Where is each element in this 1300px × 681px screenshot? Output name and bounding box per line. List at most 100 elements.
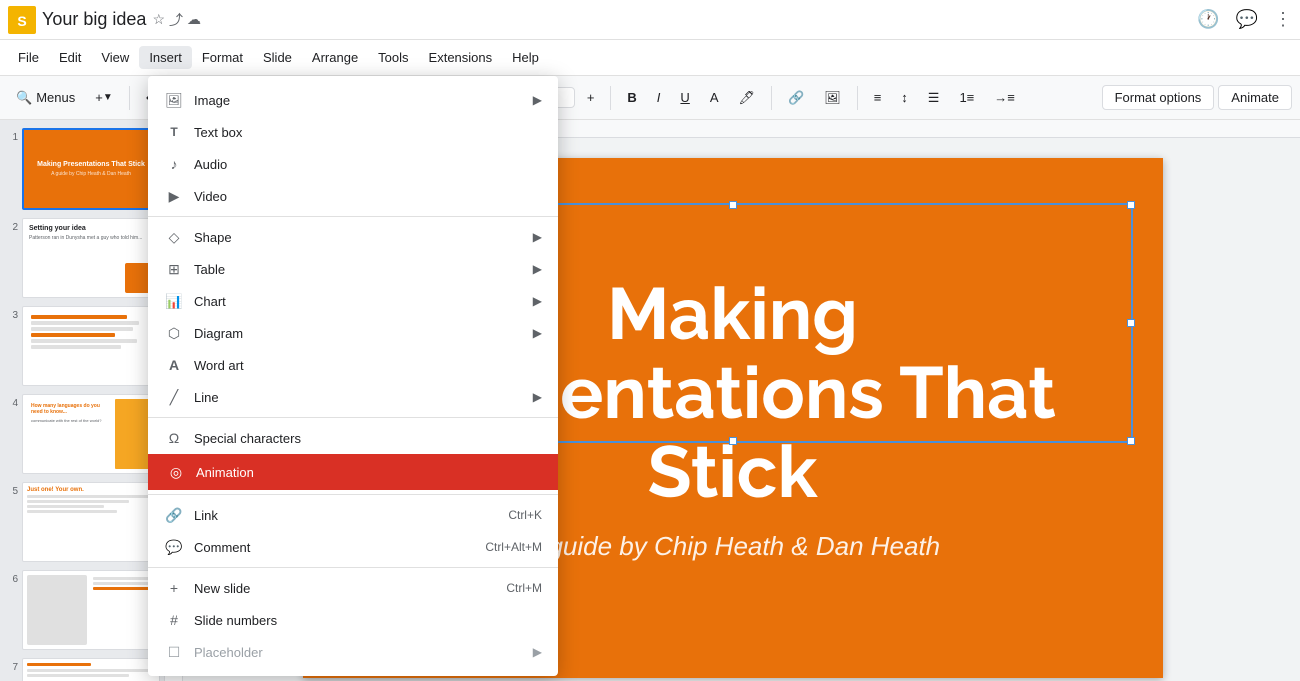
slide-img-1: Making Presentations That Stick A guide … (22, 128, 160, 210)
new-slide-label: New slide (194, 581, 506, 596)
indent-btn[interactable]: →≡ (986, 82, 1023, 114)
handle-br[interactable] (1127, 437, 1135, 445)
line-spacing-btn[interactable]: ↕ (893, 82, 916, 114)
comments-icon[interactable]: 💬 (1236, 9, 1258, 30)
text-color-btn[interactable]: A (702, 82, 727, 114)
underline-btn[interactable]: U (672, 82, 697, 114)
table-label: Table (194, 262, 533, 277)
more-options-icon[interactable]: ⋮ (1274, 9, 1292, 30)
menu-item-chart[interactable]: 📊 Chart ▶ (148, 285, 558, 317)
thumb-7-line3 (27, 674, 129, 677)
thumb-4-text: communicate with the rest of the world? (31, 418, 107, 424)
slide-img-6 (22, 570, 160, 650)
slide-thumb-4[interactable]: 4 How many languages do you need to know… (4, 394, 160, 474)
link-label: Link (194, 508, 508, 523)
slide-num-3: 3 (4, 306, 18, 321)
menu-item-line[interactable]: ╱ Line ▶ (148, 381, 558, 413)
thumb-2-text: Patterson ran in Dunysha met a guy who t… (29, 235, 153, 242)
separator-5 (610, 86, 611, 110)
italic-btn[interactable]: I (649, 82, 669, 114)
menu-arrange[interactable]: Arrange (302, 46, 368, 69)
slide-thumb-6[interactable]: 6 (4, 570, 160, 650)
textbox-icon: T (164, 122, 184, 142)
format-options-btn[interactable]: Format options (1102, 85, 1215, 110)
menu-section-slides: + New slide Ctrl+M # Slide numbers ☐ Pla… (148, 568, 558, 672)
menu-item-special-chars[interactable]: Ω Special characters (148, 422, 558, 454)
slide-thumb-3[interactable]: 3 (4, 306, 160, 386)
highlight-btn[interactable]: 🖊 (730, 82, 763, 114)
history-top-icon[interactable]: 🕐 (1197, 9, 1219, 30)
thumb-6-left (27, 575, 87, 645)
menu-item-shape[interactable]: ◇ Shape ▶ (148, 221, 558, 253)
menu-tools[interactable]: Tools (368, 46, 418, 69)
star-icon[interactable]: ☆ (152, 11, 165, 28)
menu-format[interactable]: Format (192, 46, 253, 69)
bullets-btn[interactable]: ☰ (920, 82, 948, 114)
menu-item-table[interactable]: ⊞ Table ▶ (148, 253, 558, 285)
wordart-icon: A (164, 355, 184, 375)
menu-item-comment[interactable]: 💬 Comment Ctrl+Alt+M (148, 531, 558, 563)
menu-item-wordart[interactable]: A Word art (148, 349, 558, 381)
thumb-7-line (27, 663, 91, 666)
history-icon[interactable]: ⤴ (169, 10, 183, 30)
cloud-icon[interactable]: ☁ (187, 11, 201, 28)
placeholder-icon: ☐ (164, 642, 184, 662)
slide-img-7 (22, 658, 160, 681)
menu-help[interactable]: Help (502, 46, 549, 69)
menu-item-link[interactable]: 🔗 Link Ctrl+K (148, 499, 558, 531)
add-slide-btn[interactable]: + ▼ (87, 82, 121, 114)
align-btn[interactable]: ≡ (866, 82, 890, 114)
menu-bar: File Edit View Insert Format Slide Arran… (0, 40, 1300, 76)
line-arrow: ▶ (533, 390, 542, 404)
slide-thumb-1[interactable]: 1 Making Presentations That Stick A guid… (4, 128, 160, 210)
menu-file[interactable]: File (8, 46, 49, 69)
font-size-increase-btn[interactable]: + (579, 82, 603, 114)
chart-icon: 📊 (164, 291, 184, 311)
menu-insert[interactable]: Insert (139, 46, 192, 69)
slide-num-7: 7 (4, 658, 18, 673)
menu-item-slide-numbers[interactable]: # Slide numbers (148, 604, 558, 636)
handle-tm[interactable] (729, 201, 737, 209)
comment-label: Comment (194, 540, 485, 555)
slide-num-6: 6 (4, 570, 18, 585)
menus-label: Menus (36, 90, 75, 105)
link-shortcut: Ctrl+K (508, 508, 542, 522)
slide-img-3 (22, 306, 160, 386)
app-logo: S (8, 6, 36, 34)
diagram-icon: ⬡ (164, 323, 184, 343)
menu-item-animation[interactable]: ◎ Animation (148, 454, 558, 490)
slide-num-5: 5 (4, 482, 18, 497)
line-icon: ╱ (164, 387, 184, 407)
video-icon: ▶ (164, 186, 184, 206)
insert-image-btn[interactable]: 🖼 (816, 82, 849, 114)
slide-thumb-5[interactable]: 5 Just one! Your own. (4, 482, 160, 562)
menu-item-diagram[interactable]: ⬡ Diagram ▶ (148, 317, 558, 349)
animate-btn[interactable]: Animate (1218, 85, 1292, 110)
menu-item-audio[interactable]: ♪ Audio (148, 148, 558, 180)
image-label: Image (194, 93, 533, 108)
menu-slide[interactable]: Slide (253, 46, 302, 69)
menu-item-new-slide[interactable]: + New slide Ctrl+M (148, 572, 558, 604)
menu-item-textbox[interactable]: T Text box (148, 116, 558, 148)
slide-thumb-7[interactable]: 7 (4, 658, 160, 681)
numbered-list-btn[interactable]: 1≡ (951, 82, 982, 114)
doc-title[interactable]: Your big idea (42, 9, 146, 30)
menu-section-media: 🖼 Image ▶ T Text box ♪ Audio ▶ Video (148, 80, 558, 217)
menu-extensions[interactable]: Extensions (419, 46, 503, 69)
handle-tr[interactable] (1127, 201, 1135, 209)
menu-item-placeholder[interactable]: ☐ Placeholder ▶ (148, 636, 558, 668)
bold-btn[interactable]: B (619, 82, 644, 114)
line-label: Line (194, 390, 533, 405)
link-btn[interactable]: 🔗 (780, 82, 812, 114)
chart-label: Chart (194, 294, 533, 309)
handle-bm[interactable] (729, 437, 737, 445)
menu-view[interactable]: View (91, 46, 139, 69)
image-arrow: ▶ (533, 93, 542, 107)
slide-thumb-2[interactable]: 2 Setting your idea Patterson ran in Dun… (4, 218, 160, 298)
search-menus-btn[interactable]: 🔍 Menus (8, 82, 83, 114)
handle-mr[interactable] (1127, 319, 1135, 327)
slide-numbers-label: Slide numbers (194, 613, 542, 628)
menu-edit[interactable]: Edit (49, 46, 91, 69)
menu-item-image[interactable]: 🖼 Image ▶ (148, 84, 558, 116)
menu-item-video[interactable]: ▶ Video (148, 180, 558, 212)
